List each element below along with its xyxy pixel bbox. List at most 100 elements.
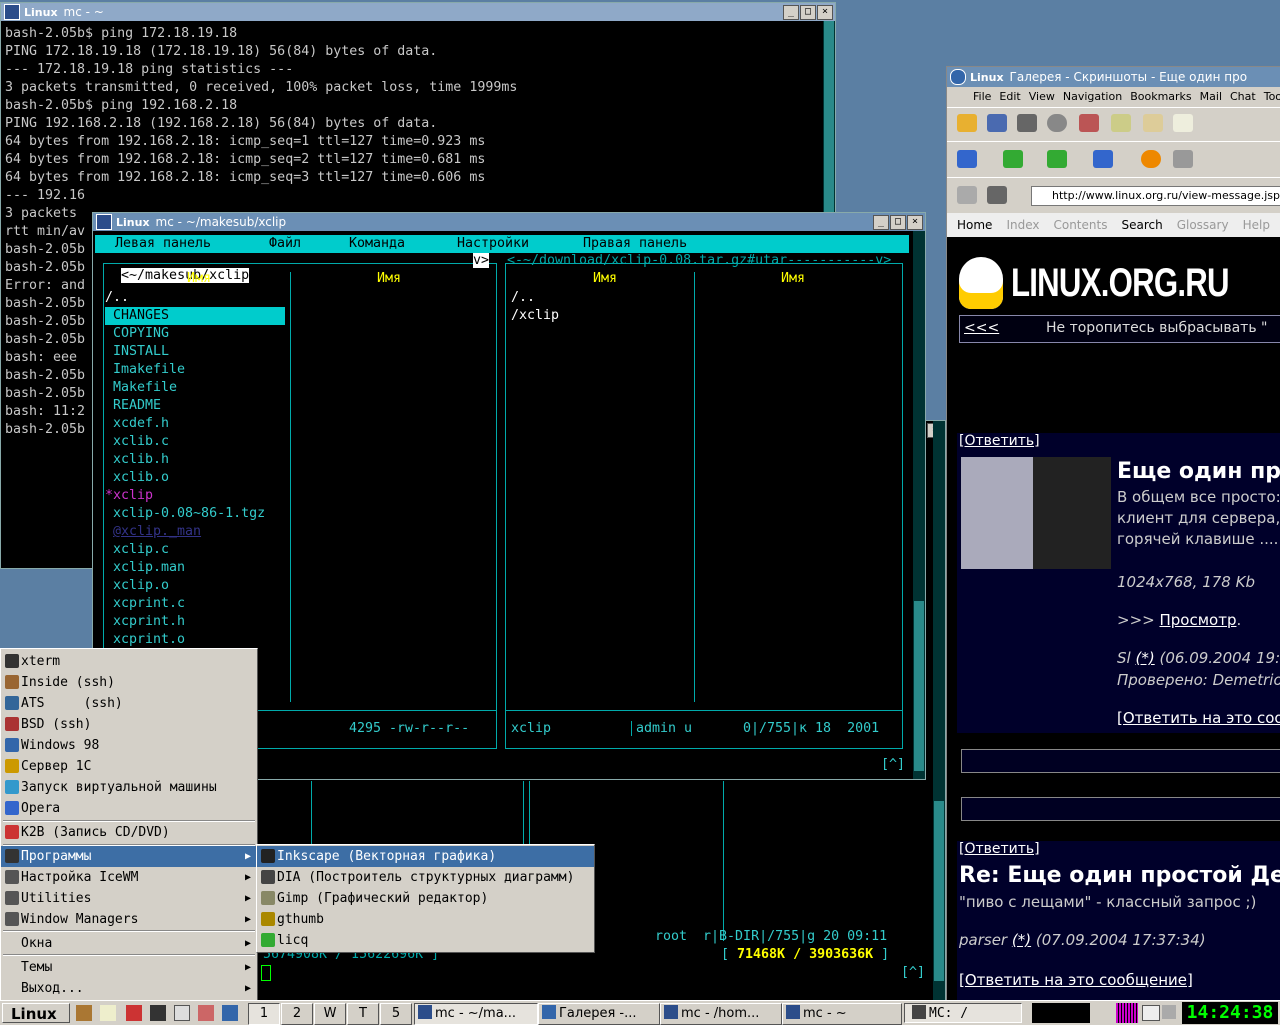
file-entry[interactable]: xclib.c bbox=[105, 433, 285, 451]
reply-link[interactable]: [Ответить] bbox=[959, 433, 1040, 449]
nav-tab-contents[interactable]: Contents bbox=[1053, 218, 1107, 232]
close-button[interactable]: × bbox=[907, 215, 923, 230]
file-entry[interactable]: README bbox=[105, 397, 285, 415]
author2-star-link[interactable]: (*) bbox=[1012, 931, 1031, 949]
home-icon[interactable] bbox=[1079, 114, 1099, 132]
page-content[interactable]: LINUX.ORG.RU <<< Не торопитесь выбрасыва… bbox=[947, 237, 1280, 1001]
start-menu-item[interactable]: Window Managers ▶ bbox=[1, 909, 257, 930]
form-field-1[interactable] bbox=[961, 749, 1280, 773]
tray-status[interactable]: MC: / bbox=[904, 1003, 1022, 1023]
screenshot-thumbnail[interactable] bbox=[961, 457, 1111, 569]
menu-tools[interactable]: Tools bbox=[1264, 90, 1280, 103]
browser-titlebar[interactable]: Linux Галерея - Скриншоты - Еще один про bbox=[947, 67, 1280, 87]
find-icon[interactable] bbox=[1047, 114, 1067, 132]
prev-link[interactable]: <<< bbox=[964, 320, 999, 336]
nav-tab-search[interactable]: Search bbox=[1121, 218, 1162, 232]
monitor-icon[interactable] bbox=[222, 1005, 238, 1021]
task-button[interactable]: mc - /hom... bbox=[660, 1003, 782, 1025]
reply-this-link[interactable]: [Ответить на это соо bbox=[1117, 709, 1280, 727]
mail-indicator-icon[interactable] bbox=[1142, 1005, 1160, 1021]
terminal-icon[interactable] bbox=[150, 1005, 166, 1021]
left-file-list[interactable]: /.. CHANGES COPYING INSTALL Imakefile Makefil… bbox=[105, 289, 285, 649]
start-button[interactable]: Linux bbox=[2, 1003, 70, 1023]
mc-scrollbar[interactable] bbox=[913, 231, 925, 779]
author-star-link[interactable]: (*) bbox=[1135, 649, 1154, 667]
maximize-button[interactable]: □ bbox=[800, 5, 816, 20]
close-button[interactable]: × bbox=[817, 5, 833, 20]
save-icon[interactable] bbox=[987, 114, 1007, 132]
clock[interactable]: 14:24:38 bbox=[1182, 1002, 1278, 1024]
menu-edit[interactable]: Edit bbox=[999, 90, 1020, 103]
site-nav-tabs[interactable]: HomeIndexContentsSearchGlossaryHelpFirs bbox=[947, 213, 1280, 237]
toolbar-nav[interactable] bbox=[947, 141, 1280, 176]
file-entry[interactable]: xcdef.h bbox=[105, 415, 285, 433]
start-menu-item[interactable]: Opera bbox=[1, 798, 257, 819]
forward-icon[interactable] bbox=[1047, 150, 1067, 168]
start-menu-item[interactable]: Сервер 1С bbox=[1, 756, 257, 777]
right-panel-path[interactable]: <-~/download/xclip-0.08.tar.gz#utar-----… bbox=[507, 253, 891, 268]
start-menu-item[interactable]: xterm bbox=[1, 651, 257, 672]
file-entry[interactable]: xclip-0.08~86-1.tgz bbox=[105, 505, 285, 523]
terminal-titlebar[interactable]: Linux mc - ~ _ □ × bbox=[1, 3, 835, 21]
menu-options[interactable]: Настройки bbox=[457, 235, 529, 253]
workspace-button[interactable]: T bbox=[347, 1003, 379, 1025]
mail-icon[interactable] bbox=[174, 1005, 190, 1021]
mc-menubar[interactable]: Левая панель Файл Команда Настройки Прав… bbox=[95, 235, 909, 253]
file-entry[interactable]: /.. bbox=[105, 289, 285, 307]
left-path-sort[interactable]: v> bbox=[473, 253, 490, 268]
start-menu-item[interactable]: Utilities ▶ bbox=[1, 888, 257, 909]
camera-icon[interactable] bbox=[987, 186, 1007, 204]
file-entry[interactable]: xclip.c bbox=[105, 541, 285, 559]
file-entry[interactable]: *xclip bbox=[105, 487, 285, 505]
mc-titlebar[interactable]: Linux mc - ~/makesub/xclip _ □ × bbox=[93, 213, 925, 231]
left-col-header-1[interactable]: Имя bbox=[187, 271, 211, 286]
view-link[interactable]: Просмотр bbox=[1159, 611, 1236, 629]
file-entry[interactable]: xclip.o bbox=[105, 577, 285, 595]
fast-forward-icon[interactable] bbox=[1093, 150, 1113, 168]
file-entry[interactable]: Makefile bbox=[105, 379, 285, 397]
task-button[interactable]: Галерея -... bbox=[538, 1003, 660, 1025]
toolbar-main[interactable] bbox=[947, 107, 1280, 140]
copy-icon[interactable] bbox=[1173, 114, 1193, 132]
address-bar[interactable]: http://www.linux.org.ru/view-message.jsp… bbox=[1031, 186, 1280, 206]
right-col-header-1[interactable]: Имя bbox=[593, 271, 617, 286]
reply-link-2[interactable]: [Ответить] bbox=[959, 841, 1040, 857]
file-entry[interactable]: xclip.man bbox=[105, 559, 285, 577]
site-logo[interactable]: LINUX.ORG.RU bbox=[1011, 261, 1229, 306]
start-menu-item[interactable]: Inside (ssh) bbox=[1, 672, 257, 693]
window-menu-icon[interactable] bbox=[4, 3, 20, 20]
menu-view[interactable]: View bbox=[1029, 90, 1055, 103]
package-icon[interactable] bbox=[76, 1005, 92, 1021]
start-menu-item[interactable]: Windows 98 bbox=[1, 735, 257, 756]
file-entry[interactable]: xcprint.h bbox=[105, 613, 285, 631]
programs-submenu[interactable]: Inkscape (Векторная графика) DIA (Построи… bbox=[256, 844, 595, 953]
file-entry[interactable]: xclib.o bbox=[105, 469, 285, 487]
toolbar-address[interactable]: http://www.linux.org.ru/view-message.jsp… bbox=[947, 177, 1280, 212]
left-col-header-2[interactable]: Имя bbox=[377, 271, 401, 286]
editor-icon[interactable] bbox=[100, 1005, 116, 1021]
right-file-list[interactable]: /../xclip bbox=[511, 289, 691, 325]
workspace-button[interactable]: 2 bbox=[281, 1003, 313, 1025]
ticker-text[interactable]: Не торопитесь выбрасывать " bbox=[1046, 320, 1267, 336]
start-menu-item[interactable]: K2B (Запись CD/DVD) bbox=[1, 822, 257, 843]
task-button[interactable]: mc - ~ bbox=[782, 1003, 902, 1025]
maximize-button[interactable]: □ bbox=[890, 215, 906, 230]
submenu-item[interactable]: Inkscape (Векторная графика) bbox=[257, 846, 594, 867]
scroll-mark[interactable]: [^] bbox=[881, 757, 905, 772]
file-entry[interactable]: /xclip bbox=[511, 307, 691, 325]
file-entry[interactable]: xcprint.c bbox=[105, 595, 285, 613]
su-icon[interactable] bbox=[126, 1005, 142, 1021]
rewind-icon[interactable] bbox=[957, 150, 977, 168]
workspace-button[interactable]: W bbox=[314, 1003, 346, 1025]
tabs-icon[interactable] bbox=[1143, 114, 1163, 132]
submenu-item[interactable]: Gimp (Графический редактор) bbox=[257, 888, 594, 909]
nav-tab-glossary[interactable]: Glossary bbox=[1177, 218, 1229, 232]
workspace-button[interactable]: 5 bbox=[380, 1003, 412, 1025]
start-menu-item[interactable]: Темы ▶ bbox=[1, 957, 257, 978]
file-entry[interactable]: CHANGES bbox=[105, 307, 285, 325]
file-entry[interactable]: Imakefile bbox=[105, 361, 285, 379]
submenu-item[interactable]: gthumb bbox=[257, 909, 594, 930]
form-field-2[interactable] bbox=[961, 797, 1280, 821]
nav-tab-help[interactable]: Help bbox=[1243, 218, 1270, 232]
minimize-button[interactable]: _ bbox=[783, 5, 799, 20]
